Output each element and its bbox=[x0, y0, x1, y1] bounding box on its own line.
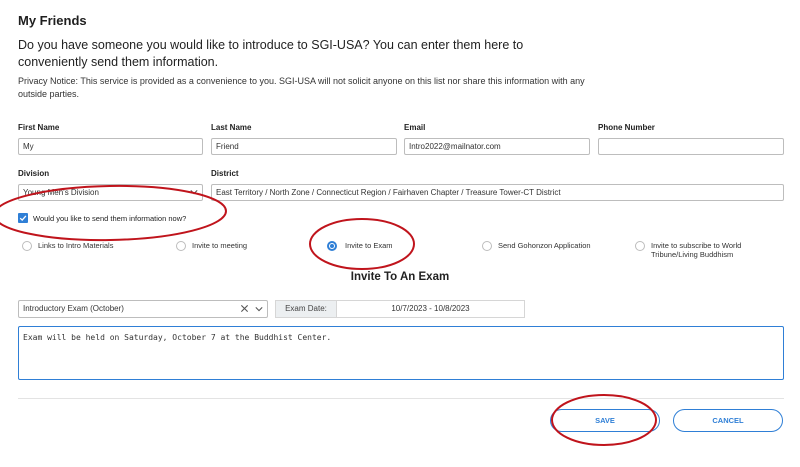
last-name-label: Last Name bbox=[211, 123, 252, 132]
divider bbox=[18, 398, 784, 399]
email-label: Email bbox=[404, 123, 426, 132]
chevron-down-icon bbox=[190, 190, 198, 195]
radio-intro-materials[interactable] bbox=[22, 241, 32, 251]
radio-invite-meeting-label: Invite to meeting bbox=[192, 241, 248, 250]
radio-gohonzon[interactable] bbox=[482, 241, 492, 251]
radio-invite-meeting[interactable] bbox=[176, 241, 186, 251]
clear-icon[interactable] bbox=[240, 304, 249, 313]
email-input[interactable] bbox=[404, 138, 590, 155]
cancel-button[interactable]: CANCEL bbox=[673, 409, 783, 432]
radio-subscribe-label: Invite to subscribe to World Tribune/Liv… bbox=[651, 241, 742, 259]
exam-select-value: Introductory Exam (October) bbox=[23, 304, 124, 313]
first-name-input[interactable] bbox=[18, 138, 203, 155]
last-name-input[interactable] bbox=[211, 138, 397, 155]
save-button[interactable]: SAVE bbox=[550, 409, 660, 432]
radio-gohonzon-label: Send Gohonzon Application bbox=[498, 241, 591, 250]
radio-intro-materials-label: Links to Intro Materials bbox=[38, 241, 114, 250]
radio-invite-exam[interactable] bbox=[327, 241, 337, 251]
division-value: Young Men's Division bbox=[23, 188, 99, 197]
send-info-label: Would you like to send them information … bbox=[33, 214, 187, 223]
page-title: My Friends bbox=[18, 13, 87, 28]
section-title: Invite To An Exam bbox=[350, 271, 450, 283]
first-name-label: First Name bbox=[18, 123, 60, 132]
chevron-down-icon[interactable] bbox=[255, 305, 263, 313]
district-field[interactable]: East Territory / North Zone / Connecticu… bbox=[211, 184, 784, 201]
phone-input[interactable] bbox=[598, 138, 784, 155]
division-select[interactable]: Young Men's Division bbox=[18, 184, 203, 201]
exam-select[interactable]: Introductory Exam (October) bbox=[18, 300, 268, 318]
district-label: District bbox=[211, 169, 239, 178]
exam-date-value[interactable]: 10/7/2023 - 10/8/2023 bbox=[337, 300, 525, 318]
phone-label: Phone Number bbox=[598, 123, 655, 132]
send-info-checkbox[interactable] bbox=[18, 213, 28, 223]
radio-subscribe[interactable] bbox=[635, 241, 645, 251]
check-icon bbox=[19, 215, 27, 222]
radio-invite-exam-label: Invite to Exam bbox=[345, 241, 393, 250]
privacy-notice: Privacy Notice: This service is provided… bbox=[18, 76, 585, 99]
intro-text: Do you have someone you would like to in… bbox=[18, 38, 524, 69]
exam-date-label: Exam Date: bbox=[275, 300, 337, 318]
division-label: Division bbox=[18, 169, 50, 178]
message-textarea[interactable]: Exam will be held on Saturday, October 7… bbox=[18, 326, 784, 380]
